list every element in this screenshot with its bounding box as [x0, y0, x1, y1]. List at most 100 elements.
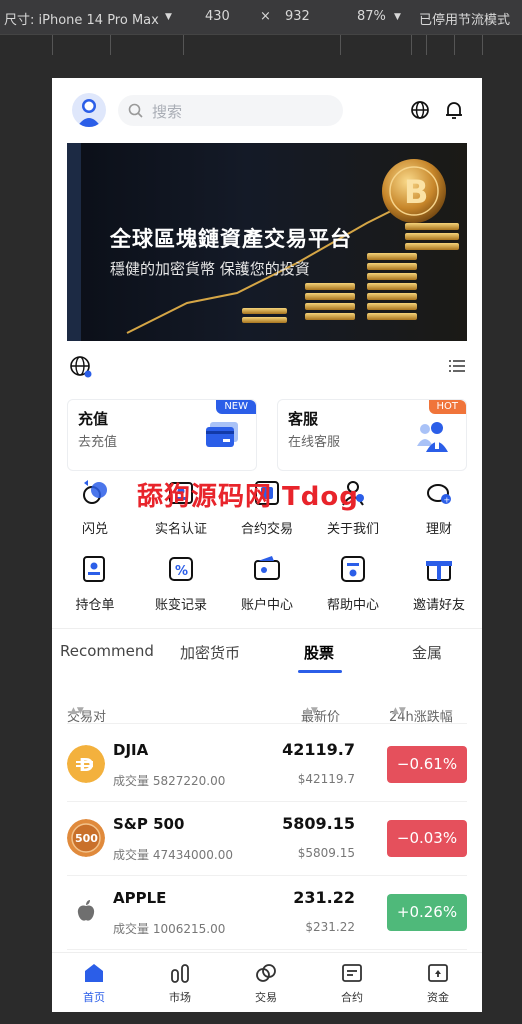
- width-field[interactable]: 430: [205, 9, 230, 24]
- home-icon: [85, 964, 103, 982]
- table-header: 交易对 ▲▼ 最新价 ▲▼ 24h涨跌幅 ▲▼: [67, 690, 467, 725]
- banner-title: 全球區塊鏈資產交易平台: [110, 227, 352, 251]
- exchange-icon: [83, 480, 107, 504]
- tab-stocks[interactable]: 股票: [304, 642, 334, 663]
- grid-label: 邀请好友: [412, 598, 465, 613]
- chevron-down-icon[interactable]: ▼: [394, 12, 401, 22]
- grid-item-holdings[interactable]: 持仓单: [52, 554, 138, 614]
- globe-icon[interactable]: [409, 99, 431, 121]
- contract-icon: [255, 481, 279, 505]
- gift-icon: [426, 561, 452, 581]
- apple-logo-icon: [67, 893, 105, 931]
- trade-icon: [256, 964, 276, 982]
- table-row[interactable]: D DJIA 成交量 5827220.00 42119.7 $42119.7 −…: [67, 728, 467, 802]
- grid-item-exchange[interactable]: 闪兑: [52, 478, 138, 538]
- table-row[interactable]: APPLE 成交量 1006215.00 231.22 $231.22 +0.2…: [67, 876, 467, 950]
- svg-text:B: B: [404, 173, 428, 211]
- promo-banner[interactable]: B 全球區塊鏈資產交易平台 穩健的加密貨幣 保護您的投資: [67, 143, 467, 341]
- price: 5809.15: [282, 814, 355, 833]
- search-input[interactable]: 搜索: [118, 95, 343, 126]
- volume: 成交量 1006215.00: [113, 922, 226, 936]
- nav-label: 交易: [255, 991, 277, 1004]
- holdings-icon: [83, 556, 105, 582]
- contract-nav-icon: [342, 964, 362, 982]
- piggy-bank-icon: +: [427, 484, 451, 505]
- change-badge[interactable]: −0.03%: [387, 820, 467, 857]
- banner-subtitle: 穩健的加密貨幣 保護您的投資: [110, 260, 310, 278]
- volume: 成交量 5827220.00: [113, 774, 226, 788]
- record-icon: %: [169, 557, 193, 581]
- nav-label: 资金: [427, 991, 449, 1004]
- grid-item-verify[interactable]: 实名认证: [138, 478, 224, 538]
- recharge-title: 充值: [78, 410, 109, 428]
- height-field[interactable]: 932: [285, 9, 310, 24]
- grid-label: 账变记录: [154, 598, 207, 613]
- bell-icon[interactable]: [443, 99, 465, 121]
- throttle-select[interactable]: 已停用节流模式: [419, 9, 510, 28]
- id-verify-icon: [169, 482, 193, 504]
- tab-recommend[interactable]: Recommend: [60, 642, 154, 660]
- grid-label: 关于我们: [326, 522, 379, 537]
- devtools-toolbar: 尺寸: iPhone 14 Pro Max ▼ 430 × 932 87% ▼ …: [0, 0, 522, 34]
- grid-label: 合约交易: [240, 522, 293, 537]
- change-badge[interactable]: −0.61%: [387, 746, 467, 783]
- new-badge: NEW: [216, 400, 256, 414]
- price-usd: $231.22: [305, 920, 355, 934]
- nav-trade[interactable]: 交易: [236, 961, 296, 1005]
- djia-logo-icon: D: [67, 745, 105, 783]
- tab-metals[interactable]: 金属: [412, 642, 442, 663]
- customer-service-icon: [417, 422, 448, 452]
- grid-item-help[interactable]: 帮助中心: [310, 554, 396, 614]
- svg-text:%: %: [175, 564, 188, 579]
- tab-crypto[interactable]: 加密货币: [180, 642, 240, 663]
- recharge-subtitle: 去充值: [78, 435, 118, 450]
- grid-label: 持仓单: [75, 598, 115, 613]
- assets-icon: [428, 964, 448, 982]
- grid-label: 闪兑: [81, 522, 108, 537]
- support-subtitle: 在线客服: [288, 435, 341, 450]
- nav-assets[interactable]: 资金: [408, 961, 468, 1005]
- zoom-select[interactable]: 87%: [357, 9, 386, 24]
- recharge-card[interactable]: 充值 去充值 NEW: [67, 399, 257, 471]
- about-icon: [342, 481, 364, 506]
- grid-label: 理财: [425, 522, 452, 537]
- sort-icon: ▲▼: [70, 706, 84, 716]
- market-icon: [171, 964, 189, 983]
- table-row[interactable]: 500 S&P 500 成交量 47434000.00 5809.15 $580…: [67, 802, 467, 876]
- change-badge[interactable]: +0.26%: [387, 894, 467, 931]
- support-title: 客服: [288, 410, 319, 428]
- search-placeholder: 搜索: [152, 103, 183, 121]
- avatar-icon[interactable]: [72, 93, 106, 127]
- grid-item-finance[interactable]: + 理财: [396, 478, 482, 538]
- chevron-down-icon[interactable]: ▼: [165, 12, 172, 22]
- grid-item-about[interactable]: 关于我们: [310, 478, 396, 538]
- symbol-name: APPLE: [113, 889, 167, 907]
- grid-label: 帮助中心: [326, 598, 379, 613]
- sort-icon: ▲▼: [304, 706, 318, 716]
- hot-badge: HOT: [428, 400, 466, 414]
- grid-item-contract[interactable]: 合约交易: [224, 478, 310, 538]
- grid-label: 账户中心: [240, 598, 293, 613]
- list-icon[interactable]: [449, 359, 465, 373]
- support-card[interactable]: 客服 在线客服 HOT: [277, 399, 467, 471]
- price: 231.22: [293, 888, 355, 907]
- bottom-nav: 首页 市场 交易 合约 资金: [52, 952, 482, 1012]
- nav-label: 市场: [169, 991, 191, 1004]
- card-payment-icon: [206, 422, 238, 447]
- grid-item-records[interactable]: % 账变记录: [138, 554, 224, 614]
- ruler: [0, 34, 522, 55]
- nav-contract[interactable]: 合约: [322, 961, 382, 1005]
- nav-label: 首页: [83, 991, 105, 1004]
- active-tab-indicator: [298, 670, 342, 673]
- device-select[interactable]: 尺寸: iPhone 14 Pro Max: [4, 9, 159, 28]
- grid-item-invite[interactable]: 邀请好友: [396, 554, 482, 614]
- nav-home[interactable]: 首页: [64, 961, 124, 1005]
- grid-item-account[interactable]: 账户中心: [224, 554, 310, 614]
- nav-market[interactable]: 市场: [150, 961, 210, 1005]
- sp500-logo-icon: 500: [67, 819, 105, 857]
- symbol-name: S&P 500: [113, 815, 185, 833]
- phone-screen: 搜索 B 全球區塊鏈資產交易平台 穩健的加密貨幣 保護您的投資 充值 去充值 N…: [52, 78, 482, 1012]
- volume: 成交量 47434000.00: [113, 848, 233, 862]
- market-tabs: Recommend 加密货币 股票 金属: [52, 628, 482, 678]
- language-icon[interactable]: [69, 355, 93, 379]
